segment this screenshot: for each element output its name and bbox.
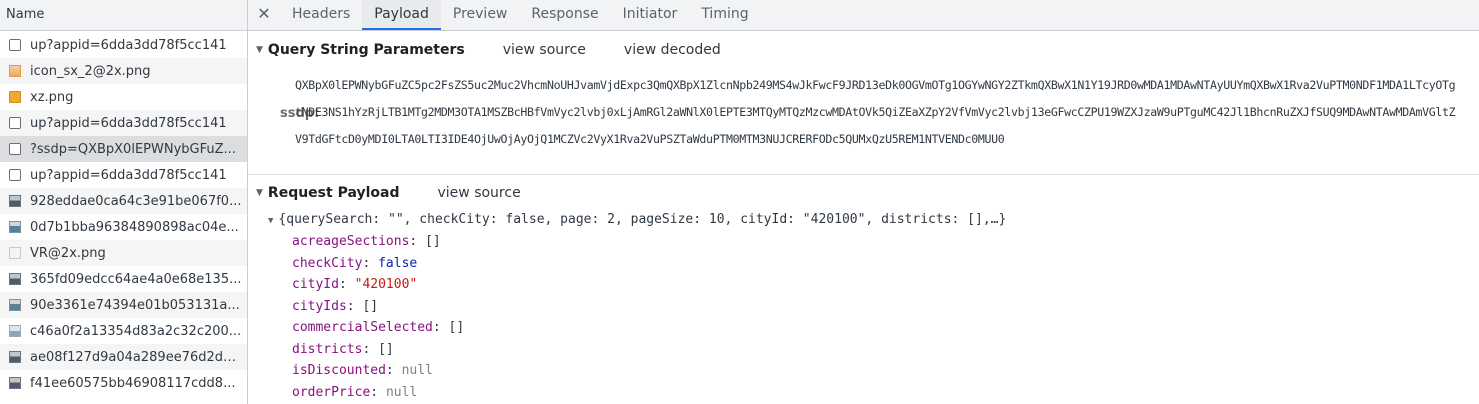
view-source-link[interactable]: view source	[438, 185, 521, 201]
property-value: null	[385, 384, 418, 400]
payload-property: commercialSelected: []	[292, 320, 465, 335]
property-key: checkCity	[292, 255, 363, 271]
property-value: []	[448, 320, 465, 335]
request-row-selected[interactable]: ?ssdp=QXBpX0lEPWNybGFuZ...	[0, 136, 247, 162]
image-icon	[9, 91, 21, 103]
request-row[interactable]: 928eddae0ca64c3e91be067f0...	[0, 188, 247, 214]
document-icon	[9, 39, 21, 51]
request-name: up?appid=6dda3dd78f5cc141	[30, 115, 227, 131]
image-icon	[9, 299, 21, 311]
image-icon	[9, 65, 21, 77]
request-name: up?appid=6dda3dd78f5cc141	[30, 167, 227, 183]
property-key: acreageSections	[292, 234, 410, 249]
request-row[interactable]: up?appid=6dda3dd78f5cc141	[0, 110, 247, 136]
query-string-header[interactable]: ▼ Query String Parameters view source vi…	[248, 38, 1479, 62]
property-value: false	[378, 255, 418, 271]
image-icon	[9, 273, 21, 285]
triangle-down-icon[interactable]: ▼	[268, 210, 273, 232]
property-key: cityId	[292, 277, 339, 292]
property-key: isDiscounted	[292, 363, 386, 378]
query-string-section: ▼ Query String Parameters view source vi…	[248, 38, 1479, 186]
document-icon	[9, 117, 21, 129]
request-name: c46a0f2a13354d83a2c32c200...	[30, 323, 242, 339]
tab-preview[interactable]: Preview	[441, 0, 520, 30]
request-row[interactable]: icon_sx_2@2x.png	[0, 58, 247, 84]
request-detail-panel: ✕ Headers Payload Preview Response Initi…	[248, 0, 1479, 404]
request-name: f41ee60575bb46908117cdd8...	[30, 375, 236, 391]
object-preview: {querySearch: "", checkCity: false, page…	[278, 212, 1007, 227]
view-source-link[interactable]: view source	[503, 42, 586, 58]
property-key: orderPrice	[292, 384, 371, 400]
request-name: 90e3361e74394e01b053131a...	[30, 297, 240, 313]
request-row[interactable]: 90e3361e74394e01b053131a...	[0, 292, 247, 318]
request-name: 928eddae0ca64c3e91be067f0...	[30, 193, 242, 209]
property-key: districts	[292, 341, 363, 357]
tab-initiator[interactable]: Initiator	[611, 0, 690, 30]
payload-property: isDiscounted: null	[292, 363, 433, 378]
request-name: 365fd09edcc64ae4a0e68e135...	[30, 271, 242, 287]
request-name: xz.png	[30, 89, 74, 105]
image-icon	[9, 377, 21, 389]
property-value: []	[425, 234, 441, 249]
image-icon	[9, 195, 21, 207]
payload-tree: ▼ {querySearch: "", checkCity: false, pag…	[248, 209, 1479, 403]
request-row[interactable]: ae08f127d9a04a289ee76d2de...	[0, 344, 247, 370]
request-row[interactable]: f41ee60575bb46908117cdd8...	[0, 370, 247, 396]
query-param-row: ssdp: QXBpX0lEPWNybGFuZC5pc2FsZS5uc2Muc2…	[248, 68, 1479, 186]
request-name: ?ssdp=QXBpX0lEPWNybGFuZ...	[30, 141, 236, 157]
payload-property: districts: []	[292, 341, 394, 357]
payload-property: cityId: "420100"	[292, 277, 418, 292]
request-row[interactable]: 0d7b1bba96384890898ac04e...	[0, 214, 247, 240]
tab-payload[interactable]: Payload	[362, 0, 441, 30]
name-column-header[interactable]: Name	[0, 0, 247, 31]
request-name: 0d7b1bba96384890898ac04e...	[30, 219, 239, 235]
view-decoded-link[interactable]: view decoded	[624, 42, 721, 58]
request-payload-header[interactable]: ▼ Request Payload view source	[248, 181, 1479, 205]
param-value: QXBpX0lEPWNybGFuZC5pc2FsZS5uc2Muc2VhcmNo…	[295, 78, 1456, 146]
section-divider	[248, 174, 1479, 175]
tab-timing[interactable]: Timing	[689, 0, 760, 30]
document-icon	[9, 169, 21, 181]
tab-response[interactable]: Response	[519, 0, 610, 30]
property-key: cityIds	[292, 298, 347, 314]
image-icon	[9, 325, 21, 337]
triangle-down-icon[interactable]: ▼	[256, 45, 263, 55]
image-icon	[9, 247, 21, 259]
section-title: Query String Parameters	[267, 42, 465, 58]
property-value: null	[401, 363, 433, 378]
request-row[interactable]: xz.png	[0, 84, 247, 110]
section-title: Request Payload	[267, 185, 400, 201]
request-name: VR@2x.png	[30, 245, 106, 261]
document-icon	[9, 143, 21, 155]
request-row[interactable]: up?appid=6dda3dd78f5cc141	[0, 32, 247, 58]
payload-property: checkCity: false	[292, 255, 418, 271]
property-value: []	[362, 298, 379, 314]
image-icon	[9, 351, 21, 363]
request-row[interactable]: 365fd09edcc64ae4a0e68e135...	[0, 266, 247, 292]
detail-tab-bar: ✕ Headers Payload Preview Response Initi…	[248, 0, 1479, 31]
request-name: up?appid=6dda3dd78f5cc141	[30, 37, 227, 53]
request-row[interactable]: up?appid=6dda3dd78f5cc141	[0, 162, 247, 188]
close-icon[interactable]: ✕	[248, 0, 280, 30]
payload-property: cityIds: []	[292, 298, 379, 314]
request-payload-section: ▼ Request Payload view source ▼ {querySea…	[248, 181, 1479, 403]
payload-property: acreageSections: []	[292, 234, 441, 249]
request-list-panel: Name up?appid=6dda3dd78f5cc141 icon_sx_2…	[0, 0, 248, 404]
request-name: icon_sx_2@2x.png	[30, 63, 151, 79]
property-value: []	[378, 341, 394, 357]
property-key: commercialSelected	[292, 320, 433, 335]
request-name: ae08f127d9a04a289ee76d2de...	[30, 349, 242, 365]
property-value: "420100"	[354, 277, 418, 292]
request-row[interactable]: c46a0f2a13354d83a2c32c200...	[0, 318, 247, 344]
request-list: up?appid=6dda3dd78f5cc141 icon_sx_2@2x.p…	[0, 32, 247, 396]
tab-headers[interactable]: Headers	[280, 0, 362, 30]
request-row[interactable]: VR@2x.png	[0, 240, 247, 266]
payload-object-summary[interactable]: ▼ {querySearch: "", checkCity: false, pag…	[248, 209, 1479, 231]
payload-property: orderPrice: null	[292, 384, 418, 400]
image-icon	[9, 221, 21, 233]
triangle-down-icon[interactable]: ▼	[256, 188, 263, 198]
